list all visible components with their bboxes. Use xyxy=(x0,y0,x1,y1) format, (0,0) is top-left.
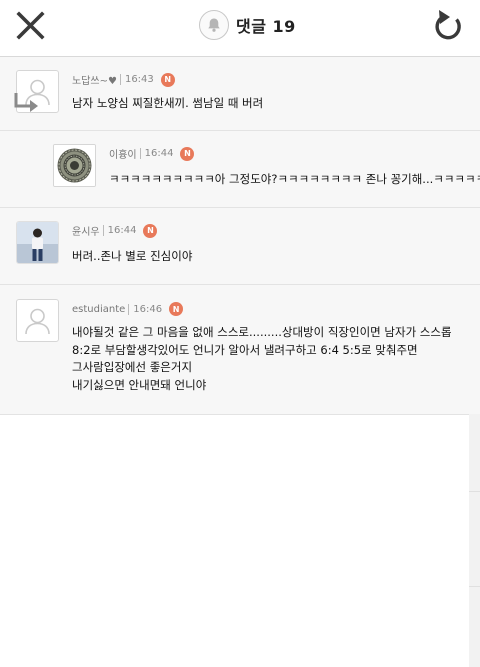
comment-meta: 이흉이 16:44 N xyxy=(109,146,195,161)
right-edge-divider xyxy=(469,586,480,587)
comment-time: 16:43 xyxy=(124,74,154,85)
meta-divider xyxy=(102,225,104,236)
avatar[interactable] xyxy=(16,221,59,264)
close-icon xyxy=(16,11,45,40)
comment-meta: 윤시우 16:44 N xyxy=(72,223,158,238)
comment-text: 내야될것 같은 그 마음을 없애 스스로.........상대방이 직장인이면 … xyxy=(72,324,452,394)
comment-time: 16:44 xyxy=(107,225,137,236)
meta-divider xyxy=(119,74,121,85)
notification-bell-button[interactable] xyxy=(199,10,229,40)
comment-author[interactable]: 이흉이 xyxy=(109,146,137,161)
comment-line: 내기싫으면 안내면돼 언니야 xyxy=(72,377,207,392)
bell-icon xyxy=(208,18,220,32)
refresh-icon xyxy=(435,10,461,40)
comment-text: 버려..존나 별로 진심이야 xyxy=(72,248,192,266)
meta-divider xyxy=(139,148,141,159)
header-bar: 댓글 19 xyxy=(0,0,480,57)
comment-time: 16:46 xyxy=(133,303,163,315)
comment-text: 남자 노양심 찌질한새끼. 썸남일 때 버려 xyxy=(72,95,263,113)
right-edge-panel xyxy=(469,414,480,667)
comment-line: ㅋㅋㅋㅋㅋㅋㅋㅋㅋㅋ아 그정도야?ㅋㅋㅋㅋㅋㅋㅋㅋ 존나 꽁기해...ㅋㅋㅋㅋㅋ… xyxy=(109,172,480,186)
comment-author[interactable]: 윤시우 xyxy=(72,223,100,238)
comment-list: 노답쓰~♥ 16:43 N 남자 노양심 찌질한새끼. 썸남일 때 버려 이흉이 xyxy=(0,57,480,415)
refresh-button[interactable] xyxy=(430,6,466,46)
comment-item: estudiante 16:46 N 내야될것 같은 그 마음을 없애 스스로.… xyxy=(0,285,480,415)
header-title-group: 댓글 19 xyxy=(199,9,296,41)
new-badge: N xyxy=(180,146,195,161)
new-badge: N xyxy=(160,72,175,87)
comment-line: 버려..존나 별로 진심이야 xyxy=(72,249,193,263)
right-edge-divider xyxy=(469,491,480,492)
comment-line: 8:2로 부담할생각있어도 언니가 알아서 낼려구하고 6:4 5:5로 맞춰주… xyxy=(72,342,418,357)
comment-meta: estudiante 16:46 N xyxy=(72,302,184,316)
comment-author[interactable]: 노답쓰~♥ xyxy=(72,72,117,87)
comment-meta: 노답쓰~♥ 16:43 N xyxy=(72,72,175,87)
comment-item: 윤시우 16:44 N 버려..존나 별로 진심이야 xyxy=(0,208,480,285)
comment-text: ㅋㅋㅋㅋㅋㅋㅋㅋㅋㅋ아 그정도야?ㅋㅋㅋㅋㅋㅋㅋㅋ 존나 꽁기해...ㅋㅋㅋㅋㅋ… xyxy=(109,171,480,189)
avatar[interactable] xyxy=(53,144,96,187)
close-button[interactable] xyxy=(12,9,48,45)
comment-time: 16:44 xyxy=(144,148,174,159)
comment-line: 남자 노양심 찌질한새끼. 썸남일 때 버려 xyxy=(72,96,264,110)
comment-item-reply: 이흉이 16:44 N ㅋㅋㅋㅋㅋㅋㅋㅋㅋㅋ아 그정도야?ㅋㅋㅋㅋㅋㅋㅋㅋ 존나… xyxy=(0,131,480,208)
person-photo-avatar xyxy=(17,222,58,263)
meta-divider xyxy=(128,303,130,315)
comment-line: 내야될것 같은 그 마음을 없애 스스로.........상대방이 직장인이면 … xyxy=(72,325,452,339)
default-avatar-icon xyxy=(25,308,50,335)
page-title: 댓글 19 xyxy=(236,17,296,36)
comment-author[interactable]: estudiante xyxy=(72,304,125,315)
circular-pattern-avatar xyxy=(54,145,95,186)
comment-item: 노답쓰~♥ 16:43 N 남자 노양심 찌질한새끼. 썸남일 때 버려 xyxy=(0,57,480,131)
comment-line: 그사람입장에선 좋은거지 xyxy=(72,360,193,374)
reply-arrow-icon xyxy=(14,93,38,112)
avatar[interactable] xyxy=(16,299,59,342)
new-badge: N xyxy=(169,302,184,316)
new-badge: N xyxy=(143,223,158,238)
